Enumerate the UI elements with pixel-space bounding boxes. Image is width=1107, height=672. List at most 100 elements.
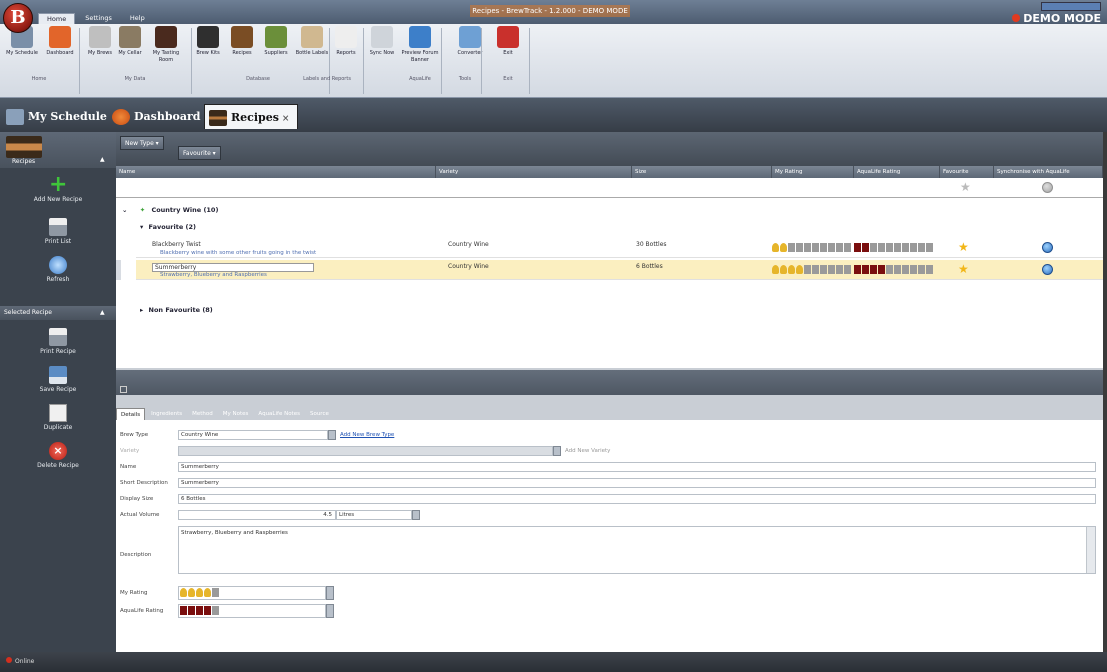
column-header-favourite[interactable]: Favourite	[940, 166, 994, 178]
nav-duplicate[interactable]: Duplicate	[0, 404, 116, 431]
description-scrollbar[interactable]	[1086, 527, 1095, 573]
rating-empty-icon[interactable]	[836, 243, 843, 252]
add-variety-link[interactable]: Add New Variety	[565, 448, 610, 454]
ribbon-button-suppliers[interactable]: Suppliers	[256, 26, 296, 74]
nav-print-recipe[interactable]: Print Recipe	[0, 328, 116, 355]
rating-empty-icon[interactable]	[820, 265, 827, 274]
rating-filled-icon[interactable]	[772, 265, 779, 274]
dropdown-arrow-icon[interactable]	[412, 510, 420, 520]
menu-tab-settings[interactable]: Settings	[77, 13, 120, 24]
rating-empty-icon[interactable]	[788, 243, 795, 252]
ribbon-button-sync-now[interactable]: Sync Now	[362, 26, 402, 74]
nav-print-list[interactable]: Print List	[0, 218, 116, 245]
rating-filled-icon[interactable]	[796, 265, 803, 274]
volume-unit-select[interactable]: Litres	[336, 510, 412, 520]
rating-filled-icon[interactable]	[772, 243, 779, 252]
brew-type-select[interactable]: Country Wine	[178, 430, 328, 440]
group-row-favourite[interactable]: ▾ Favourite (2)	[140, 223, 1107, 231]
my-rating[interactable]	[772, 243, 851, 253]
column-header-sync[interactable]: Synchronise with AquaLife	[994, 166, 1103, 178]
dropdown-arrow-icon[interactable]	[328, 430, 336, 440]
group-row-country-wine[interactable]: ⌄ ✦ Country Wine (10)	[122, 206, 1107, 214]
aqualife-rating-editor[interactable]	[178, 604, 326, 618]
ribbon-button-my-tasting-room[interactable]: My Tasting Room	[146, 26, 186, 74]
nav-save-recipe[interactable]: Save Recipe	[0, 366, 116, 393]
ribbon-button-my-schedule[interactable]: My Schedule	[2, 26, 42, 74]
collapse-arrow-icon[interactable]: ▲	[100, 156, 105, 163]
tab-method[interactable]: Method	[188, 408, 217, 420]
short-description-input[interactable]: Summerberry	[178, 478, 1096, 488]
grid-filter-row[interactable]: ★	[116, 178, 1103, 198]
nav-section-recipes[interactable]: Recipes ▲	[0, 132, 116, 168]
rating-empty-icon[interactable]	[804, 265, 811, 274]
sync-icon[interactable]	[1042, 242, 1053, 253]
rating-filled-icon[interactable]	[180, 588, 187, 597]
recipe-name[interactable]: Summerberry	[152, 263, 314, 272]
menu-tab-help[interactable]: Help	[122, 13, 153, 24]
tab-source[interactable]: Source	[306, 408, 333, 420]
ribbon-button-preview-forum-banner[interactable]: Preview Forum Banner	[400, 26, 440, 74]
close-tab-icon[interactable]: ×	[282, 114, 290, 124]
collapse-arrow-icon[interactable]: ▸	[140, 306, 143, 314]
add-brew-type-link[interactable]: Add New Brew Type	[340, 432, 394, 438]
favourite-star-icon[interactable]: ★	[958, 262, 969, 276]
dropdown-arrow-icon[interactable]	[326, 586, 334, 600]
new-type-dropdown[interactable]: New Type ▾	[120, 136, 164, 150]
ribbon-button-converter[interactable]: Converter	[450, 26, 490, 74]
app-orb-button[interactable]: B	[3, 3, 33, 33]
rating-empty-icon[interactable]	[812, 265, 819, 274]
rating-empty-icon[interactable]	[828, 265, 835, 274]
rating-filled-icon[interactable]	[204, 588, 211, 597]
table-row-selected[interactable]: Summerberry Strawberry, Blueberry and Ra…	[136, 260, 1103, 280]
rating-empty-icon[interactable]	[796, 243, 803, 252]
my-rating[interactable]	[772, 265, 851, 275]
menu-tab-home[interactable]: Home	[38, 13, 76, 24]
favourite-star-icon[interactable]: ★	[958, 240, 969, 254]
my-rating-editor[interactable]	[178, 586, 326, 600]
rating-empty-icon[interactable]	[836, 265, 843, 274]
column-header-variety[interactable]: Variety	[436, 166, 632, 178]
collapse-arrow-icon[interactable]: ▲	[100, 306, 105, 320]
panel-splitter[interactable]	[116, 370, 1103, 395]
nav-refresh[interactable]: Refresh	[0, 256, 116, 283]
favourite-dropdown[interactable]: Favourite ▾	[178, 146, 221, 160]
variety-select[interactable]	[178, 446, 553, 456]
rating-filled-icon[interactable]	[788, 265, 795, 274]
actual-volume-input[interactable]: 4.5	[178, 510, 336, 520]
ribbon-button-my-cellar[interactable]: My Cellar	[110, 26, 150, 74]
my-rating[interactable]	[180, 588, 219, 598]
rating-empty-icon[interactable]	[212, 588, 219, 597]
expand-arrow-icon[interactable]: ▾	[140, 223, 143, 231]
tab-recipes[interactable]: Recipes ×	[204, 104, 299, 129]
display-size-input[interactable]: 6 Bottles	[178, 494, 1096, 504]
favourite-filter-star-icon[interactable]: ★	[960, 180, 971, 194]
rating-filled-icon[interactable]	[780, 243, 787, 252]
description-textarea[interactable]: Strawberry, Blueberry and Raspberries	[178, 526, 1096, 574]
checkbox-icon[interactable]	[120, 386, 127, 393]
rating-empty-icon[interactable]	[828, 243, 835, 252]
dropdown-arrow-icon[interactable]	[553, 446, 561, 456]
rating-empty-icon[interactable]	[844, 265, 851, 274]
column-header-aqualife-rating[interactable]: AquaLife Rating	[854, 166, 940, 178]
ribbon-button-dashboard[interactable]: Dashboard	[40, 26, 80, 74]
expand-arrow-icon[interactable]: ⌄	[122, 206, 127, 214]
rating-filled-icon[interactable]	[780, 265, 787, 274]
sync-filter-icon[interactable]	[1042, 182, 1053, 193]
column-header-size[interactable]: Size	[632, 166, 772, 178]
tab-details[interactable]: Details	[116, 408, 146, 420]
nav-section-selected-recipe[interactable]: Selected Recipe ▲	[0, 306, 116, 320]
rating-empty-icon[interactable]	[804, 243, 811, 252]
sync-icon[interactable]	[1042, 264, 1053, 275]
ribbon-button-reports[interactable]: Reports	[326, 26, 366, 74]
rating-empty-icon[interactable]	[820, 243, 827, 252]
rating-empty-icon[interactable]	[844, 243, 851, 252]
tab-dashboard[interactable]: Dashboard	[112, 104, 201, 129]
tab-my-notes[interactable]: My Notes	[219, 408, 253, 420]
nav-delete-recipe[interactable]: × Delete Recipe	[0, 442, 116, 469]
tab-ingredients[interactable]: Ingredients	[147, 408, 186, 420]
rating-empty-icon[interactable]	[812, 243, 819, 252]
rating-filled-icon[interactable]	[188, 588, 195, 597]
name-input[interactable]: Summerberry	[178, 462, 1096, 472]
window-controls[interactable]	[1041, 2, 1101, 11]
ribbon-button-exit[interactable]: Exit	[488, 26, 528, 74]
